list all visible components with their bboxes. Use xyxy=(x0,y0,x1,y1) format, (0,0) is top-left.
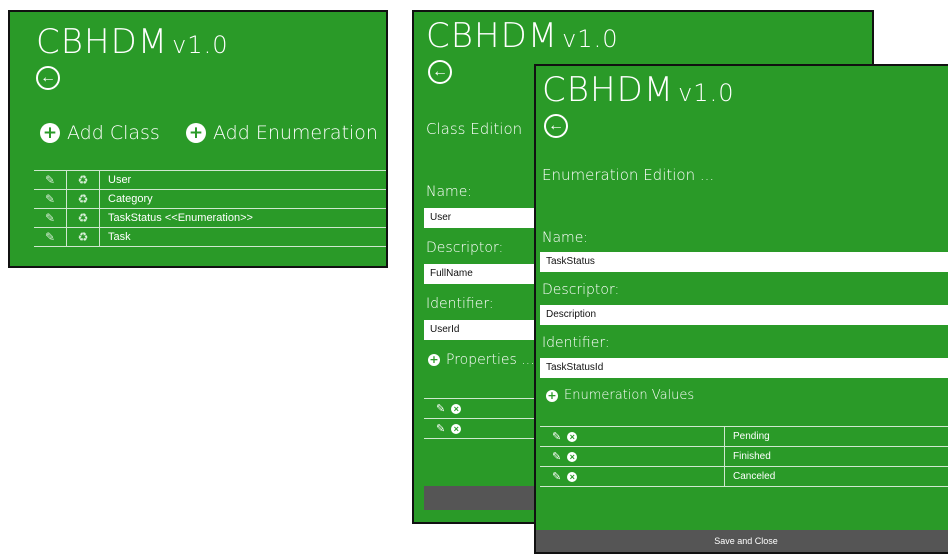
name-field[interactable]: TaskStatus xyxy=(540,252,948,272)
add-class-button[interactable]: + Add Class xyxy=(40,122,160,144)
enumeration-edition-heading: Enumeration Edition ... xyxy=(542,166,715,184)
class-edition-heading: Class Edition xyxy=(426,120,523,138)
class-list-table: ✎ ♻ User ✎ ♻ Category ✎ ♻ TaskStatus <<E… xyxy=(34,170,386,247)
identifier-label: Identifier: xyxy=(542,335,610,351)
save-and-close-button[interactable]: Save and Close xyxy=(536,530,948,552)
add-enumeration-value-button[interactable]: + Enumeration Values xyxy=(546,388,694,403)
class-list-panel: CBHDM v1.0 ← + Add Class + Add Enumeratio… xyxy=(8,10,388,268)
add-enumeration-button[interactable]: + Add Enumeration xyxy=(186,122,378,144)
table-row[interactable]: ✎ × Finished xyxy=(540,447,948,467)
back-arrow-icon[interactable]: ← xyxy=(36,66,60,90)
pencil-icon[interactable]: ✎ xyxy=(436,402,445,415)
plus-circle-icon: + xyxy=(546,388,558,402)
trash-icon[interactable]: ♻ xyxy=(67,209,100,227)
trash-icon[interactable]: ♻ xyxy=(67,171,100,189)
app-title: CBHDM v1.0 xyxy=(542,70,735,110)
table-row[interactable]: ✎ ♻ User xyxy=(34,171,386,190)
plus-circle-icon: + xyxy=(40,123,60,143)
app-title: CBHDM v1.0 xyxy=(426,16,619,56)
enumeration-values-table: ✎ × Pending ✎ × Finished ✎ × Canceled xyxy=(540,426,948,487)
pencil-icon[interactable]: ✎ xyxy=(34,190,67,208)
pencil-icon[interactable]: ✎ xyxy=(34,171,67,189)
name-label: Name: xyxy=(426,184,473,200)
pencil-icon[interactable]: ✎ xyxy=(436,422,445,435)
pencil-icon[interactable]: ✎ xyxy=(34,209,67,227)
table-row[interactable]: ✎ × Pending xyxy=(540,427,948,447)
table-row[interactable]: ✎ × Canceled xyxy=(540,467,948,487)
identifier-field[interactable]: TaskStatusId xyxy=(540,358,948,378)
x-circle-icon[interactable]: × xyxy=(451,423,462,434)
back-arrow-icon[interactable]: ← xyxy=(428,60,452,84)
app-title: CBHDM v1.0 xyxy=(36,22,229,62)
x-circle-icon[interactable]: × xyxy=(567,471,578,482)
descriptor-label: Descriptor: xyxy=(426,240,504,256)
enumeration-value: Canceled xyxy=(724,467,775,486)
trash-icon[interactable]: ♻ xyxy=(67,190,100,208)
back-arrow-icon[interactable]: ← xyxy=(544,114,568,138)
plus-circle-icon: + xyxy=(428,353,440,366)
descriptor-label: Descriptor: xyxy=(542,282,620,298)
trash-icon[interactable]: ♻ xyxy=(67,228,100,246)
table-row[interactable]: ✎ ♻ TaskStatus <<Enumeration>> xyxy=(34,209,386,228)
enumeration-value: Pending xyxy=(724,427,770,446)
x-circle-icon[interactable]: × xyxy=(451,403,462,414)
identifier-label: Identifier: xyxy=(426,296,494,312)
x-circle-icon[interactable]: × xyxy=(567,451,578,462)
enumeration-edition-panel: CBHDM v1.0 ← Enumeration Edition ... Name… xyxy=(534,64,948,554)
table-row[interactable]: ✎ ♻ Category xyxy=(34,190,386,209)
descriptor-field[interactable]: Description xyxy=(540,305,948,325)
name-label: Name: xyxy=(542,230,589,246)
pencil-icon[interactable]: ✎ xyxy=(552,430,561,443)
pencil-icon[interactable]: ✎ xyxy=(552,450,561,463)
pencil-icon[interactable]: ✎ xyxy=(34,228,67,246)
x-circle-icon[interactable]: × xyxy=(567,431,578,442)
add-property-button[interactable]: + Properties ... xyxy=(428,352,535,368)
pencil-icon[interactable]: ✎ xyxy=(552,470,561,483)
table-row[interactable]: ✎ ♻ Task xyxy=(34,228,386,247)
plus-circle-icon: + xyxy=(186,123,206,143)
enumeration-value: Finished xyxy=(724,447,771,466)
